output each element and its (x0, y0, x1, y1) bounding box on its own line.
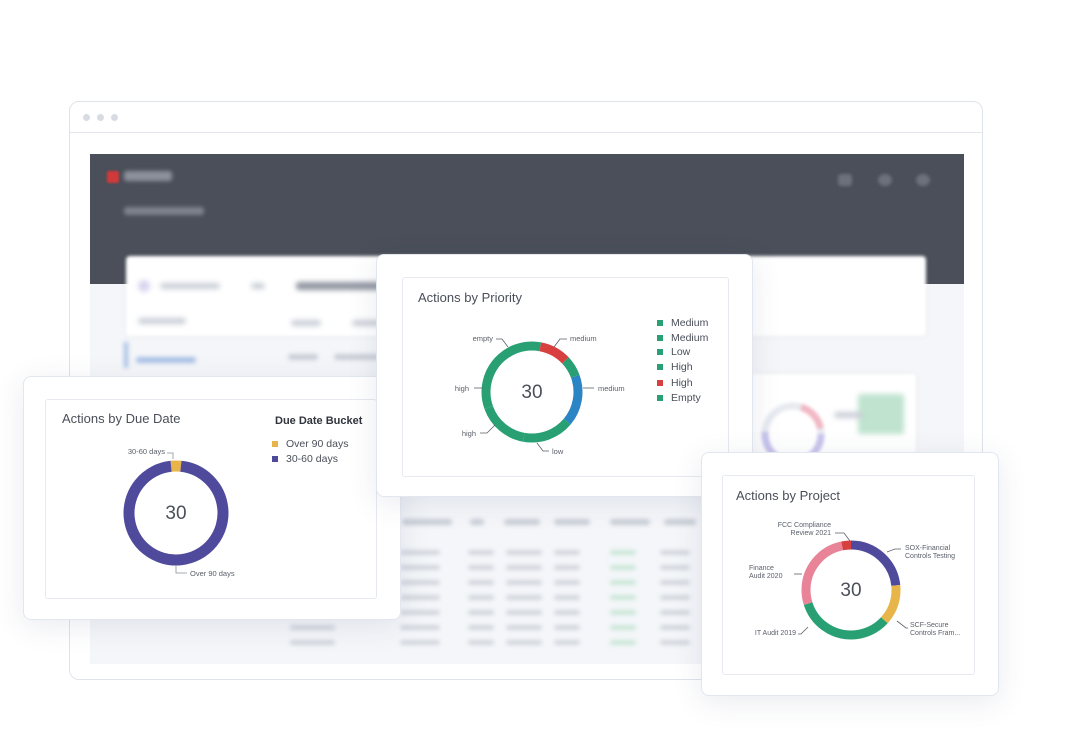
blurred-cell (290, 625, 335, 630)
priority-label-high-bottom: high (462, 429, 476, 438)
project-label-finance-line1: Finance (749, 565, 774, 572)
due-date-total: 30 (165, 503, 186, 524)
priority-total: 30 (521, 382, 542, 403)
priority-label-empty: empty (473, 334, 494, 343)
blurred-cell (554, 625, 580, 630)
priority-label-high-top: high (455, 384, 469, 393)
blurred-cell (468, 640, 494, 645)
blurred-cell (400, 640, 440, 645)
blurred-cell (506, 640, 542, 645)
priority-label-medium-right: medium (598, 384, 625, 393)
project-donut-chart: 30 FCC Compliance Review 2021 SOX-Financ… (749, 522, 960, 640)
blurred-cell (400, 565, 440, 570)
blurred-cell (400, 580, 440, 585)
project-label-fcc-line2: Review 2021 (791, 530, 832, 537)
blurred-cell (660, 550, 690, 555)
blurred-cell (468, 565, 494, 570)
blurred-cell (400, 610, 440, 615)
blurred-cell (468, 580, 494, 585)
project-label-sox-line2: Controls Testing (905, 553, 955, 560)
window-dot-icon (111, 114, 118, 121)
app-logo-text (124, 171, 172, 181)
blurred-cell (610, 595, 636, 600)
priority-label-medium-top: medium (570, 334, 597, 343)
app-section-label (124, 207, 204, 215)
blurred-cell (610, 610, 636, 615)
window-dot-icon (97, 114, 104, 121)
blurred-cell (610, 565, 636, 570)
help-icon[interactable] (878, 174, 892, 186)
blurred-cell (506, 595, 542, 600)
due-date-label-top: 30-60 days (128, 447, 165, 456)
blurred-cell (506, 550, 542, 555)
app-logo-icon (107, 171, 119, 183)
blurred-cell (610, 550, 636, 555)
project-label-sox-line1: SOX-Financial (905, 545, 951, 552)
blurred-cell (610, 640, 636, 645)
project-label-scf-line1: SCF-Secure (910, 622, 949, 629)
project-total: 30 (840, 580, 861, 601)
project-label-scf-line2: Controls Fram... (910, 630, 960, 637)
blurred-cell (660, 610, 690, 615)
blurred-cell (610, 580, 636, 585)
blurred-cell (468, 595, 494, 600)
blurred-cell (660, 580, 690, 585)
blurred-cell (400, 595, 440, 600)
blurred-cell (400, 550, 440, 555)
blurred-cell (660, 625, 690, 630)
blurred-cell (610, 625, 636, 630)
blurred-cell (660, 565, 690, 570)
window-dot-icon (83, 114, 90, 121)
blurred-cell (660, 595, 690, 600)
project-label-it-audit: IT Audit 2019 (755, 630, 796, 637)
project-card: Actions by Project 30 FCC Compliance Rev… (701, 452, 999, 696)
blurred-cell (468, 550, 494, 555)
blurred-cell (468, 625, 494, 630)
project-label-finance-line2: Audit 2020 (749, 573, 783, 580)
blurred-cell (660, 640, 690, 645)
browser-title-bar (70, 102, 982, 133)
due-date-label-bottom: Over 90 days (190, 569, 235, 578)
due-date-card: Actions by Due Date Due Date Bucket Over… (23, 376, 401, 620)
blurred-cell (506, 565, 542, 570)
blurred-cell (468, 610, 494, 615)
blurred-cell (506, 625, 542, 630)
priority-donut-chart: 30 empty medium high medium high low (455, 334, 625, 456)
project-label-fcc-line1: FCC Compliance (778, 522, 831, 529)
user-avatar-icon[interactable] (916, 174, 930, 186)
blurred-cell (554, 550, 580, 555)
blurred-cell (554, 640, 580, 645)
due-date-donut-chart: 30 30-60 days Over 90 days (123, 447, 235, 578)
blurred-cell (554, 580, 580, 585)
blurred-cell (554, 595, 580, 600)
blurred-cell (400, 625, 440, 630)
blurred-cell (554, 565, 580, 570)
priority-label-low: low (552, 447, 564, 456)
blurred-cell (506, 580, 542, 585)
mail-icon[interactable] (838, 174, 852, 186)
blurred-cell (290, 640, 335, 645)
blurred-cell (554, 610, 580, 615)
blurred-cell (506, 610, 542, 615)
priority-card: Actions by Priority Medium Medium Low Hi… (376, 254, 753, 497)
